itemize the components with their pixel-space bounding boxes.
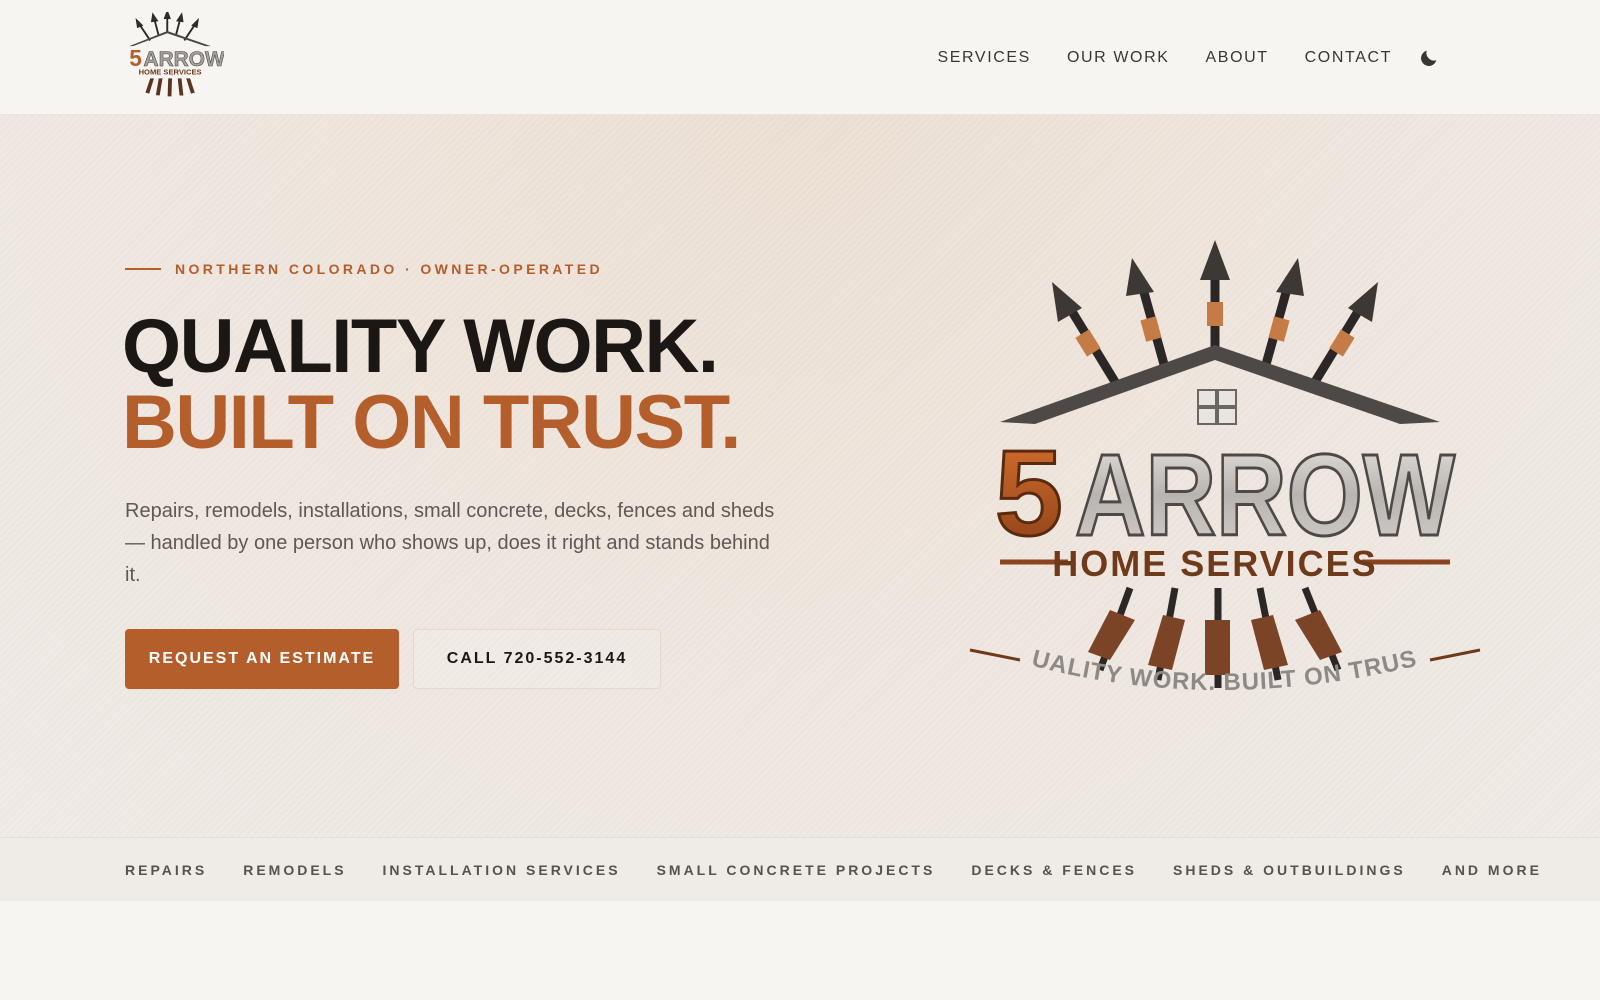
moon-icon[interactable]	[1418, 47, 1440, 69]
headline-line-2: BUILT ON TRUST.	[122, 380, 741, 465]
nav-contact[interactable]: CONTACT	[1305, 49, 1392, 67]
logo-roof	[129, 30, 211, 47]
logo-sub: HOME SERVICES	[139, 68, 202, 77]
hero-logo-number: 5	[995, 425, 1063, 561]
site-header: 5 ARROW HOME SERVICES SERVICES OUR WORK …	[0, 0, 1600, 115]
hero-logo: 5 ARROW HOME SERVICES QUALIT	[960, 240, 1481, 696]
strip-item-remodels[interactable]: REMODELS	[243, 862, 346, 878]
call-button[interactable]: CALL 720-552-3144	[413, 629, 661, 689]
strip-item-repairs[interactable]: REPAIRS	[125, 862, 207, 878]
hero-logo-sub: HOME SERVICES	[1052, 543, 1377, 584]
headline-line-1: QUALITY WORK.	[122, 304, 719, 389]
hero-eyebrow: NORTHERN COLORADO · OWNER-OPERATED	[125, 261, 603, 277]
hero-logo-window	[1197, 389, 1237, 425]
request-estimate-button[interactable]: REQUEST AN ESTIMATE	[125, 629, 399, 689]
strip-item-more[interactable]: AND MORE	[1442, 862, 1542, 878]
hero-headline: QUALITY WORK. BUILT ON TRUST.	[122, 304, 741, 465]
hero-section: NORTHERN COLORADO · OWNER-OPERATED QUALI…	[0, 115, 1600, 837]
logo-arrows-up	[135, 12, 199, 41]
nav-our-work[interactable]: OUR WORK	[1067, 49, 1170, 67]
hero-logo-word: ARROW	[1075, 430, 1455, 560]
nav-about[interactable]: ABOUT	[1206, 49, 1269, 67]
main-nav: SERVICES OUR WORK ABOUT CONTACT	[902, 0, 1440, 115]
services-strip: REPAIRS REMODELS INSTALLATION SERVICES S…	[0, 837, 1600, 901]
below-fold-area	[0, 901, 1600, 1000]
strip-item-installation[interactable]: INSTALLATION SERVICES	[383, 862, 621, 878]
strip-item-concrete[interactable]: SMALL CONCRETE PROJECTS	[657, 862, 936, 878]
hero-subtext: Repairs, remodels, installations, small …	[125, 500, 775, 586]
hero-logo-arrows-up	[1052, 240, 1378, 393]
logo-number: 5	[129, 45, 142, 71]
eyebrow-divider	[125, 268, 161, 270]
logo-arrows-down	[145, 78, 195, 97]
eyebrow-text: NORTHERN COLORADO · OWNER-OPERATED	[175, 261, 603, 277]
strip-item-decks-fences[interactable]: DECKS & FENCES	[971, 862, 1137, 878]
strip-item-sheds[interactable]: SHEDS & OUTBUILDINGS	[1173, 862, 1406, 878]
nav-services[interactable]: SERVICES	[938, 49, 1031, 67]
header-logo[interactable]: 5 ARROW HOME SERVICES	[120, 12, 224, 104]
